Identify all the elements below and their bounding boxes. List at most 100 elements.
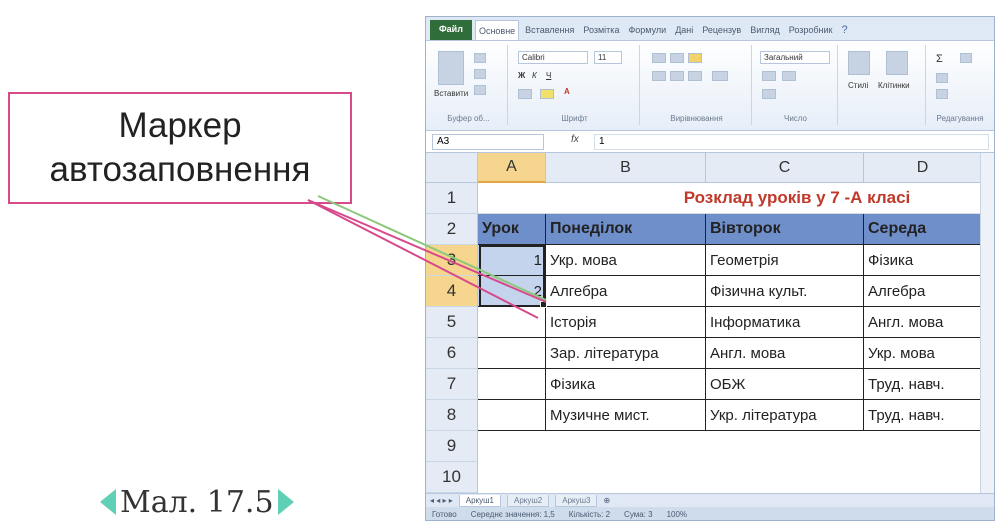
font-size-select[interactable]: 11	[594, 51, 622, 64]
header-cell-wednesday[interactable]: Середа	[864, 214, 982, 245]
row-header-8[interactable]: 8	[426, 400, 478, 431]
fill-icon[interactable]	[936, 73, 948, 83]
table-cell[interactable]: Інформатика	[706, 307, 864, 338]
new-sheet-icon[interactable]: ⊕	[603, 496, 610, 505]
font-name-select[interactable]: Calibri	[518, 51, 588, 64]
bold-icon[interactable]: Ж	[518, 71, 525, 80]
figure-caption: Мал. 17.5	[100, 482, 294, 522]
fx-icon[interactable]: fx	[571, 134, 579, 145]
currency-icon[interactable]	[762, 71, 776, 81]
autofill-handle[interactable]	[540, 301, 547, 308]
header-cell-lesson[interactable]: Урок	[478, 214, 546, 245]
number-format-select[interactable]: Загальний	[760, 51, 830, 64]
table-cell[interactable]	[478, 338, 546, 369]
name-box[interactable]: A3	[432, 134, 544, 150]
format-painter-icon[interactable]	[474, 85, 486, 95]
row-header-9[interactable]: 9	[426, 431, 478, 462]
formula-input[interactable]: 1	[594, 134, 989, 150]
file-tab[interactable]: Файл	[430, 20, 472, 40]
status-zoom[interactable]: 100%	[667, 510, 687, 519]
tab-page-layout[interactable]: Розмітка	[580, 20, 622, 40]
tab-insert[interactable]: Вставлення	[522, 20, 577, 40]
borders-icon[interactable]	[518, 89, 532, 99]
status-sum: Сума: 3	[624, 510, 653, 519]
align-top-icon[interactable]	[652, 53, 666, 63]
underline-icon[interactable]: Ч	[546, 71, 551, 80]
cells-label[interactable]: Клітинки	[878, 81, 910, 90]
tab-data[interactable]: Дані	[672, 20, 696, 40]
column-header-c[interactable]: C	[706, 153, 864, 183]
sheet-tab-3[interactable]: Аркуш3	[555, 494, 598, 507]
percent-icon[interactable]	[782, 71, 796, 81]
align-right-icon[interactable]	[688, 71, 702, 81]
row-header-10[interactable]: 10	[426, 462, 478, 493]
tab-view[interactable]: Вигляд	[747, 20, 783, 40]
row-header-5[interactable]: 5	[426, 307, 478, 338]
row-header-3[interactable]: 3	[426, 245, 478, 276]
paste-label[interactable]: Вставити	[434, 89, 468, 98]
styles-label[interactable]: Стилі	[848, 81, 868, 90]
align-center-icon[interactable]	[670, 71, 684, 81]
autosum-icon[interactable]: Σ	[936, 53, 943, 65]
tab-developer[interactable]: Розробник	[786, 20, 836, 40]
row-header-7[interactable]: 7	[426, 369, 478, 400]
row-header-4[interactable]: 4	[426, 276, 478, 307]
column-header-a[interactable]: A	[478, 153, 546, 183]
table-cell[interactable]: Труд. навч.	[864, 369, 982, 400]
table-cell[interactable]: Музичне мист.	[546, 400, 706, 431]
table-cell[interactable]: Фізика	[546, 369, 706, 400]
row-header-1[interactable]: 1	[426, 183, 478, 214]
italic-icon[interactable]: К	[532, 71, 537, 80]
table-cell[interactable]: Зар. література	[546, 338, 706, 369]
align-bottom-icon[interactable]	[688, 53, 702, 63]
styles-icon[interactable]	[848, 51, 870, 75]
tab-formulas[interactable]: Формули	[625, 20, 669, 40]
table-cell[interactable]: Труд. навч.	[864, 400, 982, 431]
table-cell[interactable]: Фізична культ.	[706, 276, 864, 307]
merge-icon[interactable]	[712, 71, 728, 81]
help-icon[interactable]: ?	[838, 20, 850, 40]
column-header-d[interactable]: D	[864, 153, 982, 183]
fill-color-icon[interactable]	[540, 89, 554, 99]
table-cell[interactable]: Історія	[546, 307, 706, 338]
row-header-6[interactable]: 6	[426, 338, 478, 369]
table-cell[interactable]	[478, 307, 546, 338]
table-cell[interactable]	[478, 369, 546, 400]
header-cell-tuesday[interactable]: Вівторок	[706, 214, 864, 245]
column-header-b[interactable]: B	[546, 153, 706, 183]
table-cell[interactable]: Укр. література	[706, 400, 864, 431]
sheet-tab-1[interactable]: Аркуш1	[458, 494, 501, 507]
tab-review[interactable]: Рецензув	[699, 20, 744, 40]
clipboard-group: Вставити Буфер об...	[430, 45, 508, 125]
increase-decimal-icon[interactable]	[762, 89, 776, 99]
table-cell[interactable]: Англ. мова	[706, 338, 864, 369]
table-cell[interactable]: Фізика	[864, 245, 982, 276]
align-left-icon[interactable]	[652, 71, 666, 81]
table-cell[interactable]: Алгебра	[864, 276, 982, 307]
row-header-2[interactable]: 2	[426, 214, 478, 245]
font-color-icon[interactable]: A	[564, 87, 570, 96]
table-cell[interactable]: Геометрія	[706, 245, 864, 276]
header-cell-monday[interactable]: Понеділок	[546, 214, 706, 245]
vertical-scrollbar[interactable]	[980, 153, 994, 493]
sheet-nav-arrows-icon[interactable]: ◂ ◂ ▸ ▸	[430, 496, 453, 505]
table-cell[interactable]: ОБЖ	[706, 369, 864, 400]
clipboard-group-label: Буфер об...	[447, 114, 490, 123]
table-cell[interactable]: Англ. мова	[864, 307, 982, 338]
sort-icon[interactable]	[960, 53, 972, 63]
select-all-corner[interactable]	[426, 153, 478, 183]
paste-icon[interactable]	[438, 51, 464, 85]
clear-icon[interactable]	[936, 89, 948, 99]
table-cell[interactable]	[478, 400, 546, 431]
table-title[interactable]: Розклад уроків у 7 -А класі	[478, 183, 994, 214]
tab-home[interactable]: Основне	[474, 20, 520, 40]
cut-icon[interactable]	[474, 53, 486, 63]
ribbon: Вставити Буфер об... Calibri 11 Ж К Ч A …	[426, 41, 994, 131]
cells-icon[interactable]	[886, 51, 908, 75]
table-cell[interactable]: Укр. мова	[864, 338, 982, 369]
copy-icon[interactable]	[474, 69, 486, 79]
sheet-tab-2[interactable]: Аркуш2	[506, 494, 550, 507]
table-cell[interactable]: Укр. мова	[546, 245, 706, 276]
align-middle-icon[interactable]	[670, 53, 684, 63]
table-cell[interactable]: Алгебра	[546, 276, 706, 307]
